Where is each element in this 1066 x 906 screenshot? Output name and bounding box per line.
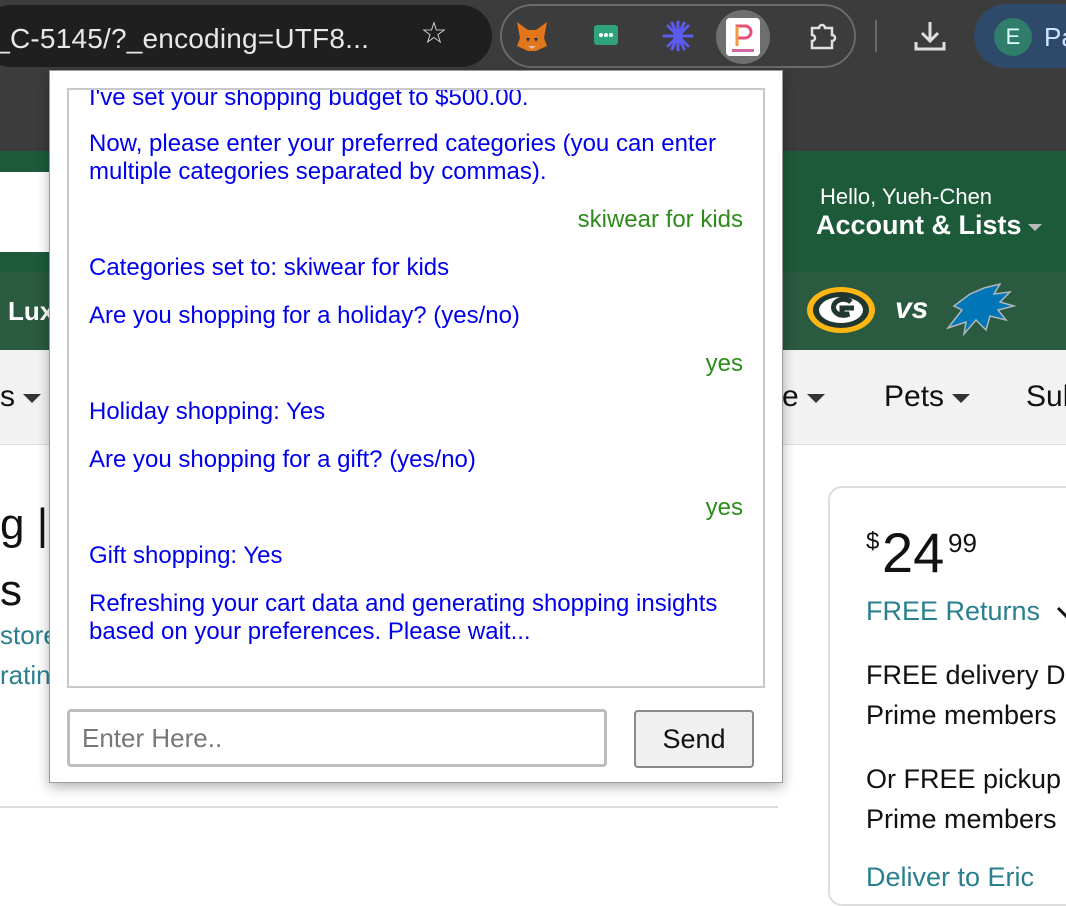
chevron-down-icon xyxy=(952,393,971,403)
bot-message: Are you shopping for a gift? (yes/no) xyxy=(89,446,476,473)
price-symbol: $ xyxy=(866,528,880,555)
divider xyxy=(0,806,778,808)
user-message: yes xyxy=(705,350,743,377)
user-message: skiwear for kids xyxy=(577,206,743,233)
price-whole: 24 xyxy=(882,521,945,584)
chevron-down-icon xyxy=(1056,606,1066,619)
profile-name[interactable]: Pa xyxy=(1044,22,1066,53)
packers-logo[interactable] xyxy=(806,286,876,334)
download-icon[interactable] xyxy=(910,18,950,54)
chat-input[interactable] xyxy=(67,709,607,767)
avatar[interactable]: E xyxy=(994,18,1032,56)
chevron-down-icon xyxy=(806,393,825,403)
prime-members-text: Prime members xyxy=(866,804,1057,834)
bot-message: I've set your shopping budget to $500.00… xyxy=(89,88,529,111)
browser-toolbar: s_C-5145/?_encoding=UTF8... ☆ E P xyxy=(0,0,1066,74)
promptly-popup: I've set your shopping budget to $500.00… xyxy=(49,70,783,783)
send-button[interactable]: Send xyxy=(634,710,754,768)
search-input[interactable] xyxy=(0,172,50,252)
free-returns-link[interactable]: FREE Returns xyxy=(866,596,1066,627)
subnav-item[interactable]: Lux xyxy=(8,296,54,327)
bot-message: Now, please enter your preferred categor… xyxy=(89,130,717,185)
bot-message: Categories set to: skiwear for kids xyxy=(89,254,450,281)
delivery-info: FREE delivery D xyxy=(866,660,1066,690)
chevron-down-icon xyxy=(1028,224,1042,231)
user-message: yes xyxy=(705,494,743,521)
metamask-fox-icon[interactable] xyxy=(514,18,550,54)
bot-message: Gift shopping: Yes xyxy=(89,542,283,569)
category-item[interactable]: e xyxy=(782,380,825,414)
buy-box xyxy=(828,486,1066,906)
account-lists-link[interactable]: Account & Lists xyxy=(816,210,1022,241)
toolbar-separator xyxy=(875,20,877,52)
starburst-icon[interactable] xyxy=(660,18,696,54)
price-fraction: 99 xyxy=(948,528,977,558)
product-title: s xyxy=(0,566,22,615)
category-item[interactable]: Sul xyxy=(1026,380,1066,414)
chat-log[interactable]: I've set your shopping budget to $500.00… xyxy=(67,88,765,688)
rating-link[interactable]: ratin xyxy=(0,660,51,691)
account-greeting[interactable]: Hello, Yueh-Chen xyxy=(820,184,992,210)
product-title: g | xyxy=(0,500,49,549)
vs-label: vs xyxy=(895,292,929,325)
category-item-pets[interactable]: Pets xyxy=(884,380,971,414)
pickup-info: Or FREE pickup xyxy=(866,764,1062,794)
promptly-icon xyxy=(726,18,760,56)
chat-bubble-icon[interactable] xyxy=(588,18,624,54)
lions-logo[interactable] xyxy=(940,280,1018,340)
bot-message: Refreshing your cart data and generating… xyxy=(89,590,718,645)
bot-message: Holiday shopping: Yes xyxy=(89,398,326,425)
puzzle-icon[interactable] xyxy=(804,18,840,54)
chevron-down-icon xyxy=(23,393,41,403)
category-item[interactable]: s xyxy=(0,380,41,414)
bot-message: Are you shopping for a holiday? (yes/no) xyxy=(89,302,520,329)
prime-members-text: Prime members xyxy=(866,700,1057,730)
bookmark-star-icon[interactable]: ☆ xyxy=(416,16,452,52)
deliver-to-link[interactable]: Deliver to Eric xyxy=(866,862,1034,893)
url-text[interactable]: s_C-5145/?_encoding=UTF8... xyxy=(0,23,369,55)
free-returns-label: FREE Returns xyxy=(866,596,1041,626)
promptly-extension-button[interactable] xyxy=(716,10,770,64)
